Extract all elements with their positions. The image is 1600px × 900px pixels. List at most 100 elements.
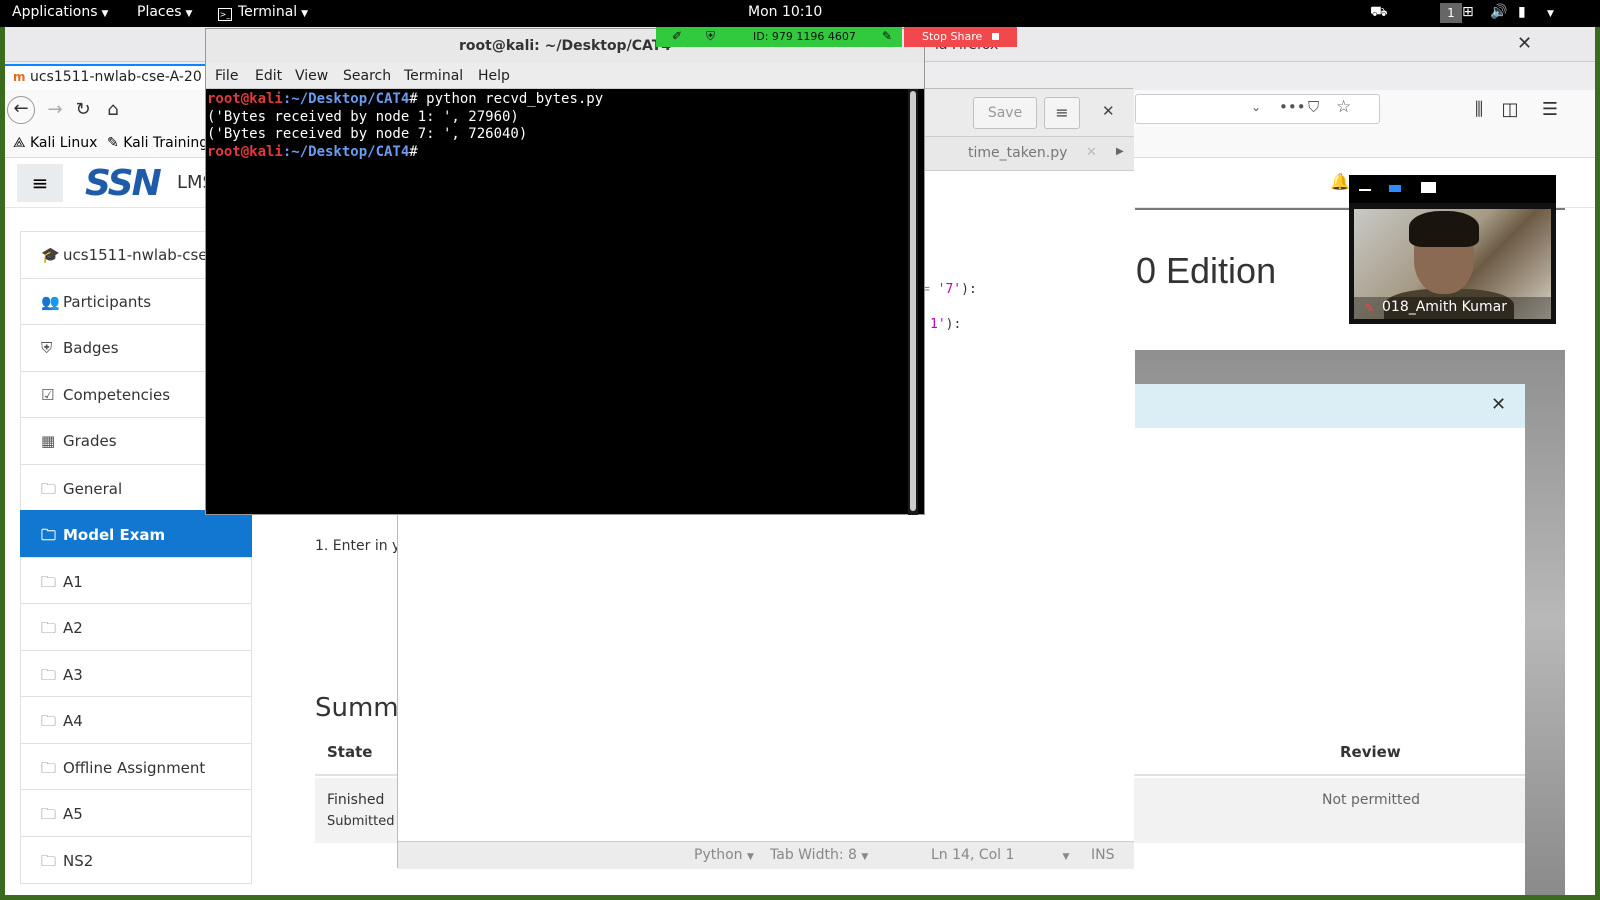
- bookmark-label: Kali Linux: [29, 135, 98, 151]
- participant-video[interactable]: 018_Amith Kumar ✎: [1354, 209, 1551, 319]
- menu-edit[interactable]: Edit: [255, 68, 282, 84]
- close-alert-icon[interactable]: ✕: [1491, 394, 1506, 415]
- participant-name-tag: 018_Amith Kumar: [1354, 297, 1551, 319]
- menu-search[interactable]: Search: [343, 68, 391, 84]
- drawer-item-label: A1: [63, 572, 83, 591]
- drawer-item-label: General: [63, 479, 123, 498]
- menu-help[interactable]: Help: [478, 68, 510, 84]
- terminal-scrollbar[interactable]: [908, 89, 918, 515]
- menu-view[interactable]: View: [295, 68, 328, 84]
- security-shield-icon[interactable]: ⛨: [706, 29, 715, 44]
- prompt-path: :~/Desktop/CAT4: [282, 91, 410, 107]
- drawer-item-label: Badges: [63, 339, 119, 357]
- drawer-item-label: A5: [63, 805, 83, 823]
- insert-mode[interactable]: INS: [1091, 847, 1115, 863]
- workspace-indicator[interactable]: 1: [1440, 3, 1462, 23]
- minimize-icon[interactable]: [1359, 189, 1371, 191]
- code-string: 1': [930, 317, 946, 332]
- bookmark-star-icon[interactable]: ☆: [1336, 97, 1351, 117]
- folder-icon: 🗀: [41, 665, 57, 684]
- info-alert: ✕: [1135, 384, 1525, 428]
- speaker-view-icon[interactable]: [1389, 185, 1401, 192]
- shield-icon: ⛨: [41, 339, 53, 357]
- pin-icon[interactable]: ✐: [672, 29, 682, 43]
- volume-icon[interactable]: 🔊: [1490, 4, 1507, 20]
- close-icon[interactable]: ✕: [1517, 33, 1532, 54]
- prompt-user: root@kali: [207, 91, 283, 107]
- graduation-cap-icon: 🎓: [41, 246, 60, 264]
- state-value: Finished: [327, 792, 385, 808]
- stop-share-button[interactable]: Stop Share: [904, 27, 1017, 47]
- clock[interactable]: Mon 10:10: [748, 4, 822, 20]
- chevron-down-icon: ▼: [185, 9, 193, 19]
- chevron-down-icon[interactable]: ⌄: [1251, 100, 1261, 114]
- tab-scroll-right-icon[interactable]: ▶: [1116, 146, 1124, 157]
- hamburger-menu-icon[interactable]: ☰: [1538, 98, 1562, 122]
- system-menu-chevron-icon[interactable]: ▼: [1543, 4, 1554, 20]
- drawer-item-ns2[interactable]: 🗀 NS2: [20, 835, 252, 884]
- video-camera-icon[interactable]: ⛟: [1370, 4, 1388, 22]
- scrollbar-thumb[interactable]: [910, 91, 916, 511]
- network-icon[interactable]: ⊞: [1462, 4, 1474, 20]
- forward-icon[interactable]: →: [43, 98, 67, 122]
- reload-icon[interactable]: ↻: [71, 98, 95, 122]
- drawer-item-label: Grades: [63, 432, 117, 450]
- bookmark-kali-linux[interactable]: ⟁ Kali Linux: [13, 135, 97, 151]
- video-panel-controls: [1349, 175, 1556, 203]
- column-header-review: Review: [1340, 743, 1401, 761]
- drawer-item-offline-assignment[interactable]: 🗀 Offline Assignment: [20, 742, 252, 791]
- url-bar[interactable]: ⌄ ••• ⛉ ☆: [1135, 94, 1380, 124]
- gallery-view-icon[interactable]: [1421, 182, 1436, 193]
- video-figure-hair: [1409, 211, 1479, 247]
- drawer-item-a2[interactable]: 🗀 A2: [20, 603, 252, 651]
- cursor-position-label: Ln 14, Col 1: [931, 847, 1015, 863]
- home-icon[interactable]: ⌂: [101, 98, 125, 122]
- folder-icon: 🗀: [41, 572, 57, 591]
- menu-file[interactable]: File: [215, 68, 238, 84]
- drawer-toggle-icon[interactable]: ≡: [17, 164, 63, 202]
- bookmark-label: Kali Training: [123, 135, 209, 151]
- drawer-item-a5[interactable]: 🗀 A5: [20, 789, 252, 837]
- column-header-state: State: [327, 743, 373, 761]
- sidebar-icon[interactable]: ◫: [1498, 98, 1522, 122]
- places-menu[interactable]: Places ▼: [137, 4, 192, 20]
- battery-icon[interactable]: ▮: [1518, 4, 1526, 20]
- folder-icon: 🗀: [41, 758, 57, 777]
- output-line: ('Bytes received by node 1: ', 27960): [207, 108, 519, 125]
- terminal-output[interactable]: root@kali:~/Desktop/CAT4# python recvd_b…: [206, 89, 913, 514]
- applications-menu[interactable]: Applications ▼: [12, 4, 108, 20]
- back-icon[interactable]: ←: [7, 96, 35, 124]
- code-text: ):: [945, 317, 962, 332]
- tab-time-taken[interactable]: time_taken.py: [968, 145, 1067, 161]
- zoom-share-bar: ✐ ⛨ ID: 979 1196 4607 ✎: [656, 27, 902, 47]
- save-button[interactable]: Save: [973, 97, 1037, 129]
- bookmark-kali-training[interactable]: ✎ Kali Training: [107, 135, 208, 151]
- drawer-item-a4[interactable]: 🗀 A4: [20, 696, 252, 744]
- close-icon[interactable]: ✕: [1102, 102, 1115, 120]
- drawer-item-label: Offline Assignment: [63, 758, 206, 777]
- ssn-logo[interactable]: SSN: [85, 163, 162, 204]
- browser-tab[interactable]: m ucs1511-nwlab-cse-A-20: [5, 64, 205, 90]
- prompt-hash: #: [409, 91, 418, 107]
- cursor-position[interactable]: Ln 14, Col 1 ▼: [931, 847, 1069, 863]
- drawer-item-a3[interactable]: 🗀 A3: [20, 649, 252, 698]
- command-line: root@kali:~/Desktop/CAT4# python recvd_b…: [207, 91, 912, 109]
- pocket-icon[interactable]: ⛉: [1308, 98, 1319, 116]
- gedit-menu-icon[interactable]: ≡: [1044, 97, 1080, 129]
- tab-title: ucs1511-nwlab-cse-A-20: [29, 69, 202, 85]
- chevron-down-icon: ▼: [1062, 852, 1070, 862]
- prompt-user: root@kali: [207, 143, 283, 160]
- language-label: Python: [694, 847, 743, 863]
- language-selector[interactable]: Python ▼: [694, 847, 754, 863]
- drawer-item-a1[interactable]: 🗀 A1: [20, 556, 252, 605]
- library-icon[interactable]: ⫼: [1467, 98, 1491, 122]
- mute-mic-icon[interactable]: ✎: [882, 29, 892, 43]
- terminal-app-menu[interactable]: >_ Terminal ▼: [218, 4, 308, 21]
- tab-close-icon[interactable]: ✕: [1086, 145, 1097, 160]
- tab-width-selector[interactable]: Tab Width: 8 ▼: [770, 847, 868, 863]
- notification-bell-icon[interactable]: 🔔: [1330, 172, 1350, 191]
- drawer-item-model-exam[interactable]: 🗀 Model Exam: [20, 510, 252, 558]
- menu-terminal[interactable]: Terminal: [404, 68, 463, 84]
- more-actions-icon[interactable]: •••: [1279, 98, 1306, 116]
- code-string: '7': [937, 282, 962, 297]
